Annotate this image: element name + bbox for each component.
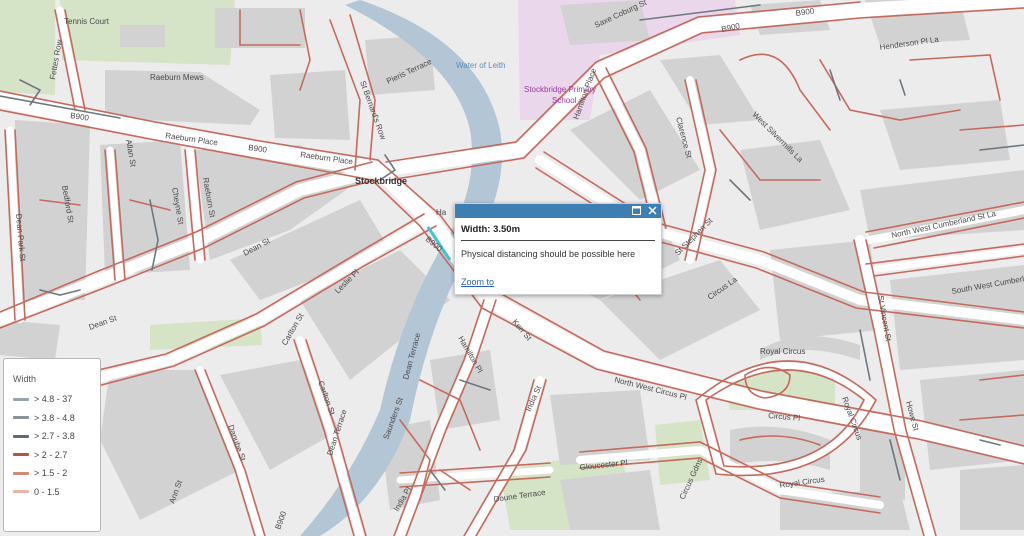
label-royal-circus-1: Royal Circus (760, 347, 805, 356)
legend-swatch (13, 490, 29, 494)
maximize-icon[interactable] (631, 206, 641, 216)
legend-item: > 2.7 - 3.8 (13, 427, 100, 446)
legend-item: 0 - 1.5 (13, 483, 100, 502)
legend-label: > 2.7 - 3.8 (34, 431, 75, 442)
legend-item: > 4.8 - 37 (13, 390, 100, 409)
popup-body: Width: 3.50m Physical distancing should … (455, 218, 661, 294)
legend-items: > 4.8 - 37 > 3.8 - 4.8 > 2.7 - 3.8 > 2 - 2.… (13, 390, 100, 501)
legend-swatch (13, 471, 29, 475)
legend: Width > 4.8 - 37 > 3.8 - 4.8 > 2.7 - 3.8 > … (3, 358, 101, 532)
feature-popup: Width: 3.50m Physical distancing should … (454, 203, 662, 295)
label-stockbridge: Stockbridge (355, 176, 407, 186)
label-tennis-court: Tennis Court (64, 17, 110, 26)
legend-label: 0 - 1.5 (34, 486, 60, 497)
legend-item: > 2 - 2.7 (13, 446, 100, 465)
close-icon[interactable] (647, 206, 657, 216)
legend-item: > 1.5 - 2 (13, 464, 100, 483)
legend-swatch (13, 434, 29, 438)
label-school-2: School (552, 96, 577, 105)
legend-label: > 3.8 - 4.8 (34, 412, 75, 423)
zoom-to-link[interactable]: Zoom to (461, 277, 494, 287)
legend-item: > 3.8 - 4.8 (13, 409, 100, 428)
label-water-of-leith: Water of Leith (456, 61, 506, 70)
popup-title: Width: 3.50m (461, 224, 655, 241)
legend-swatch (13, 397, 29, 401)
legend-label: > 2 - 2.7 (34, 449, 68, 460)
legend-label: > 4.8 - 37 (34, 394, 73, 405)
popup-header (455, 204, 661, 218)
label-raeburn-mews: Raeburn Mews (150, 73, 204, 82)
legend-swatch (13, 453, 29, 457)
legend-swatch (13, 416, 29, 420)
popup-description: Physical distancing should be possible h… (461, 249, 636, 259)
legend-label: > 1.5 - 2 (34, 468, 68, 479)
legend-title: Width (13, 374, 37, 384)
label-hamilton-2: Ha (436, 208, 447, 217)
